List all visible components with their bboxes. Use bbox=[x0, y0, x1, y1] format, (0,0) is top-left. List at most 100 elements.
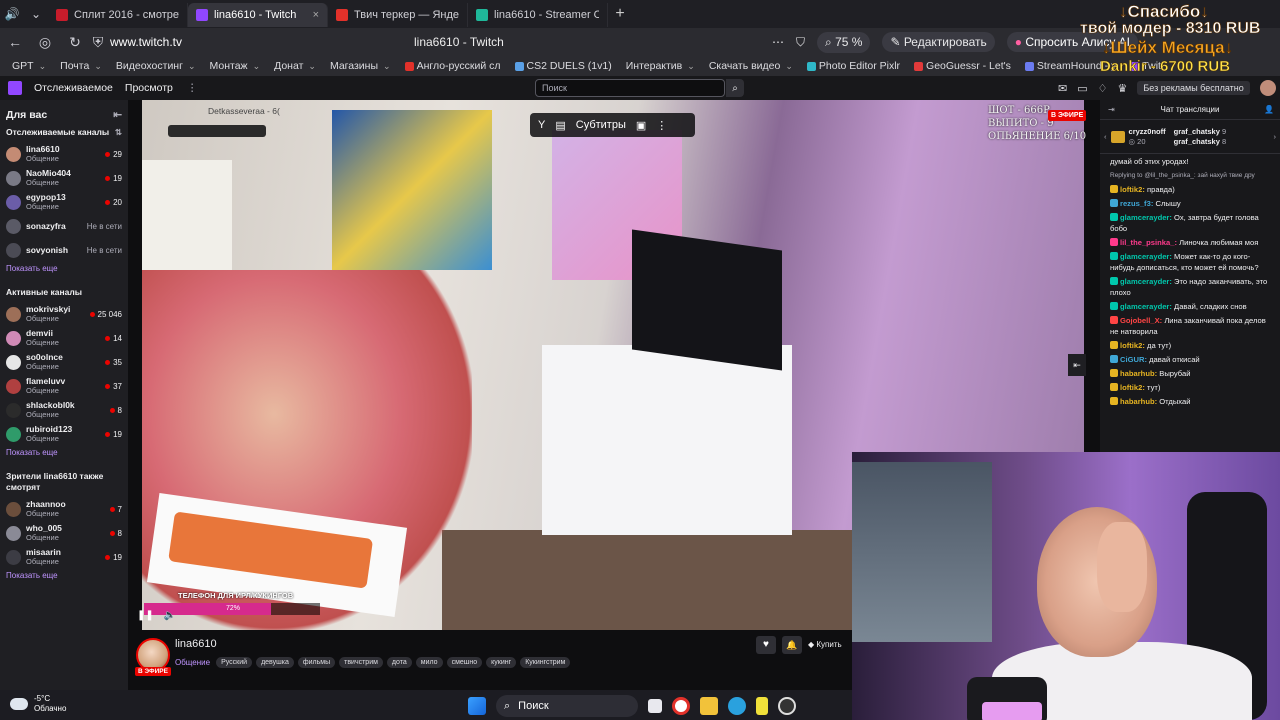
buy-button[interactable]: ◆ Купить bbox=[808, 636, 842, 654]
bookmark-item[interactable]: Почта bbox=[60, 60, 102, 72]
expand-chat-icon[interactable]: ⇤ bbox=[1068, 354, 1086, 376]
collapse-icon[interactable]: ⇤ bbox=[113, 109, 122, 121]
sidebar-channel[interactable]: lina6610 Общение 29 bbox=[0, 142, 128, 166]
sidebar-channel[interactable]: flameluvv Общение 37 bbox=[0, 374, 128, 398]
edit-button[interactable]: ✎ Редактировать bbox=[882, 32, 995, 52]
whispers-icon[interactable]: ▭ bbox=[1077, 82, 1087, 95]
nav-following[interactable]: Отслеживаемое bbox=[34, 82, 113, 94]
sidebar-channel[interactable]: misaarin Общение 19 bbox=[0, 545, 128, 569]
prime-icon[interactable]: ♛ bbox=[1118, 82, 1128, 95]
volume-icon[interactable]: 🔈 bbox=[164, 610, 176, 621]
more-options-icon[interactable]: ⋮ bbox=[187, 82, 198, 94]
sidebar-channel[interactable]: sovyonish Не в сети bbox=[0, 238, 128, 262]
stream-tag[interactable]: кукинг bbox=[486, 657, 517, 668]
more-icon[interactable]: ⋮ bbox=[656, 119, 667, 132]
sidebar-channel[interactable]: rubiroid123 Общение 19 bbox=[0, 422, 128, 446]
category-link[interactable]: Общение bbox=[175, 658, 210, 667]
subtitles-icon[interactable]: ▤ bbox=[555, 119, 565, 132]
stream-tag[interactable]: твичстрим bbox=[339, 657, 383, 668]
sidebar-channel[interactable]: zhaannoo Общение 7 bbox=[0, 497, 128, 521]
chat-username[interactable]: glamcerayder: bbox=[1120, 213, 1172, 222]
chat-username[interactable]: rezus_f3: bbox=[1120, 199, 1153, 208]
chat-username[interactable]: habarhub: bbox=[1120, 369, 1157, 378]
taskbar-search[interactable]: ⌕ Поиск bbox=[496, 695, 638, 717]
sidebar-channel[interactable]: NaoMio404 Общение 19 bbox=[0, 166, 128, 190]
bookmark-icon[interactable]: ⛉ bbox=[796, 35, 805, 50]
bookmark-item[interactable]: Видеохостинг bbox=[116, 60, 196, 72]
browser-tab[interactable]: lina6610 - Streamer Overv bbox=[468, 3, 608, 27]
chat-username[interactable]: CiGUR: bbox=[1120, 355, 1147, 364]
weather-widget[interactable]: -5°C Облачно bbox=[10, 694, 66, 714]
stream-tag[interactable]: мило bbox=[415, 657, 443, 668]
chat-username[interactable]: loftik2: bbox=[1120, 383, 1145, 392]
bookmark-item[interactable]: Донат bbox=[274, 60, 316, 72]
notifications-icon[interactable]: ♢ bbox=[1098, 82, 1108, 95]
search-icon[interactable]: ⌕ bbox=[726, 79, 744, 97]
prime-button[interactable]: Без рекламы бесплатно bbox=[1137, 81, 1250, 95]
sidebar-channel[interactable]: demvii Общение 14 bbox=[0, 326, 128, 350]
bookmark-item[interactable]: GPT bbox=[12, 60, 46, 72]
chevron-left-icon[interactable]: ‹ bbox=[1104, 132, 1107, 141]
users-icon[interactable]: 👤 bbox=[1264, 105, 1274, 114]
bookmark-item[interactable]: Photo Editor Pixlr bbox=[806, 60, 900, 72]
new-tab-button[interactable]: + bbox=[608, 3, 632, 25]
sidebar-channel[interactable]: who_005 Общение 8 bbox=[0, 521, 128, 545]
chat-username[interactable]: Gojobell_X: bbox=[1120, 316, 1162, 325]
chevron-right-icon[interactable]: › bbox=[1273, 132, 1276, 141]
sidebar-channel[interactable]: so0olnce Общение 35 bbox=[0, 350, 128, 374]
chat-username[interactable]: glamcerayder: bbox=[1120, 302, 1172, 311]
show-more-link[interactable]: Показать еще bbox=[0, 262, 128, 277]
bookmark-item[interactable]: Скачать видео bbox=[709, 60, 793, 72]
bookmark-item[interactable]: GeoGuessr - Let's bbox=[914, 60, 1011, 72]
extension-icon[interactable]: Y bbox=[538, 119, 545, 131]
stream-tag[interactable]: Русский bbox=[216, 657, 253, 668]
chat-username[interactable]: glamcerayder: bbox=[1120, 277, 1172, 286]
reload-icon[interactable]: ↻ bbox=[60, 34, 90, 51]
collapse-chat-icon[interactable]: ⇥ bbox=[1108, 105, 1115, 114]
zoom-button[interactable]: ⌕ 75 % bbox=[817, 31, 871, 53]
pause-icon[interactable]: ❚❚ bbox=[137, 610, 154, 621]
sort-icon[interactable]: ⇅ bbox=[115, 127, 122, 138]
stream-tag[interactable]: фильмы bbox=[297, 657, 336, 668]
show-more-link[interactable]: Показать еще bbox=[0, 569, 128, 584]
show-more-link[interactable]: Показать еще bbox=[0, 446, 128, 461]
bookmark-item[interactable]: Монтаж bbox=[210, 60, 261, 72]
sidebar-channel[interactable]: sonazyfra Не в сети bbox=[0, 214, 128, 238]
task-view-icon[interactable] bbox=[648, 699, 662, 713]
chat-username[interactable]: lil_the_psinka_: bbox=[1120, 238, 1177, 247]
browser-tab[interactable]: Сплит 2016 - смотреть ви bbox=[48, 3, 188, 27]
sidebar-channel[interactable]: egypop13 Общение 20 bbox=[0, 190, 128, 214]
stream-tag[interactable]: смешно bbox=[446, 657, 483, 668]
bookmark-item[interactable]: CS2 DUELS (1v1) bbox=[514, 60, 612, 72]
subtitles-button[interactable]: Субтитры bbox=[576, 119, 626, 131]
chat-username[interactable]: loftik2: bbox=[1120, 185, 1145, 194]
more-icon[interactable]: ⋯ bbox=[772, 35, 784, 49]
nav-browse[interactable]: Просмотр bbox=[125, 82, 173, 94]
chat-username[interactable]: glamcerayder: bbox=[1120, 252, 1172, 261]
chevron-down-icon[interactable]: ⌄ bbox=[24, 3, 48, 25]
follow-heart-icon[interactable]: ♥ bbox=[756, 636, 776, 654]
clip-icon[interactable]: ▣ bbox=[636, 119, 646, 132]
search-input[interactable]: Поиск bbox=[535, 79, 725, 97]
url-field[interactable]: www.twitch.tv bbox=[110, 35, 410, 49]
close-icon[interactable]: × bbox=[313, 9, 319, 21]
stream-tag[interactable]: девушка bbox=[256, 657, 294, 668]
windows-start-icon[interactable] bbox=[468, 697, 486, 715]
browser-tab[interactable]: lina6610 - Twitch × bbox=[188, 3, 328, 27]
sidebar-channel[interactable]: mokrivskyi Общение 25 046 bbox=[0, 302, 128, 326]
streamer-name[interactable]: lina6610 bbox=[175, 638, 217, 650]
bookmark-item[interactable]: Магазины bbox=[330, 60, 391, 72]
inbox-icon[interactable]: ✉ bbox=[1058, 82, 1067, 95]
bookmark-item[interactable]: Интерактив bbox=[626, 60, 695, 72]
chat-username[interactable]: loftik2: bbox=[1120, 341, 1145, 350]
browser-tab[interactable]: Твич теркер — Яндекс: на bbox=[328, 3, 468, 27]
app-icon[interactable] bbox=[756, 697, 768, 715]
back-icon[interactable]: ← bbox=[0, 34, 30, 50]
sidebar-channel[interactable]: shlackobl0k Общение 8 bbox=[0, 398, 128, 422]
telegram-icon[interactable] bbox=[728, 697, 746, 715]
avatar[interactable] bbox=[1259, 80, 1276, 96]
bell-icon[interactable]: 🔔 bbox=[782, 636, 802, 654]
protect-icon[interactable]: ◎ bbox=[30, 34, 60, 51]
explorer-icon[interactable] bbox=[700, 697, 718, 715]
bookmark-item[interactable]: Англо-русский сл bbox=[404, 60, 501, 72]
